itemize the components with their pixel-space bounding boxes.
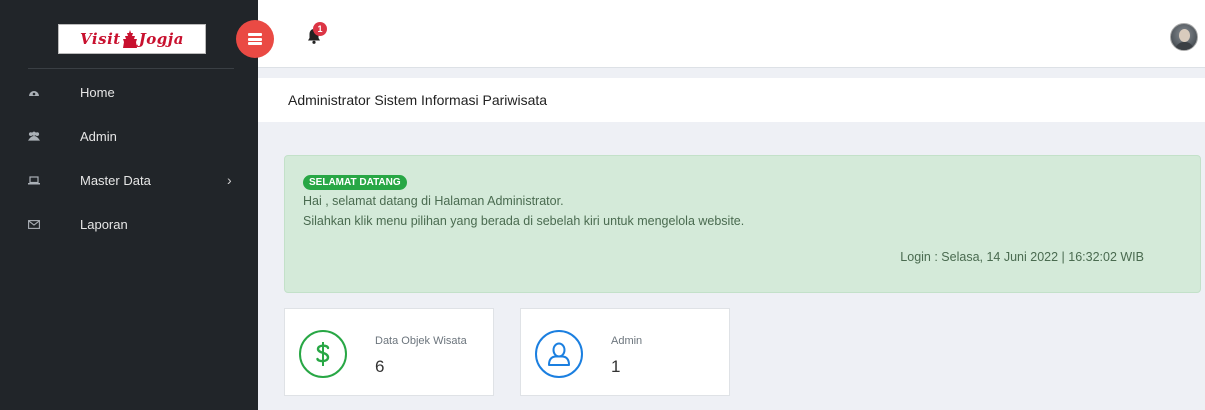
topbar: 1 bbox=[258, 0, 1205, 68]
users-icon bbox=[28, 130, 40, 142]
stat-label: Admin bbox=[611, 335, 643, 347]
sidebar-divider bbox=[28, 68, 234, 69]
stat-label: Data Objek Wisata bbox=[375, 335, 467, 347]
welcome-badge: SELAMAT DATANG bbox=[303, 175, 407, 190]
envelope-icon bbox=[28, 218, 40, 230]
welcome-line-1: Hai , selamat datang di Halaman Administ… bbox=[303, 194, 564, 208]
avatar-body bbox=[1175, 42, 1194, 50]
login-timestamp: Login : Selasa, 14 Juni 2022 | 16:32:02 … bbox=[900, 250, 1144, 264]
brand-logo[interactable]: Visit Jogja bbox=[58, 24, 206, 54]
sidebar-item-admin[interactable]: Admin bbox=[0, 114, 258, 158]
user-icon bbox=[535, 330, 583, 378]
dollar-icon bbox=[299, 330, 347, 378]
logo-word-1: Visit bbox=[80, 30, 121, 48]
welcome-alert: SELAMAT DATANG Hai , selamat datang di H… bbox=[284, 155, 1201, 293]
stat-card-objek-wisata[interactable]: Data Objek Wisata 6 bbox=[284, 308, 494, 396]
sidebar: Visit Jogja Home Admin Master Data › Lap… bbox=[0, 0, 258, 410]
sidebar-item-master-data[interactable]: Master Data › bbox=[0, 158, 258, 202]
notification-badge: 1 bbox=[313, 22, 327, 36]
avatar[interactable] bbox=[1170, 23, 1198, 51]
sidebar-item-label: Master Data bbox=[80, 172, 151, 188]
temple-icon bbox=[122, 30, 137, 48]
sidebar-item-laporan[interactable]: Laporan bbox=[0, 202, 258, 246]
sidebar-item-label: Admin bbox=[80, 128, 117, 144]
stat-card-admin[interactable]: Admin 1 bbox=[520, 308, 730, 396]
welcome-line-2: Silahkan klik menu pilihan yang berada d… bbox=[303, 214, 745, 228]
chevron-right-icon: › bbox=[227, 172, 232, 188]
dashboard-icon bbox=[28, 86, 40, 98]
stat-value: 6 bbox=[375, 357, 385, 376]
page-header: Administrator Sistem Informasi Pariwisat… bbox=[258, 78, 1205, 122]
page-title: Administrator Sistem Informasi Pariwisat… bbox=[288, 92, 548, 108]
stat-value: 1 bbox=[611, 357, 621, 376]
sidebar-item-home[interactable]: Home bbox=[0, 70, 258, 114]
laptop-icon bbox=[28, 174, 40, 186]
menu-icon bbox=[248, 33, 262, 45]
avatar-face bbox=[1179, 29, 1190, 42]
sidebar-toggle-button[interactable] bbox=[236, 20, 274, 58]
sidebar-item-label: Home bbox=[80, 84, 115, 100]
sidebar-item-label: Laporan bbox=[80, 216, 128, 232]
logo-word-2: Jogja bbox=[138, 30, 184, 48]
